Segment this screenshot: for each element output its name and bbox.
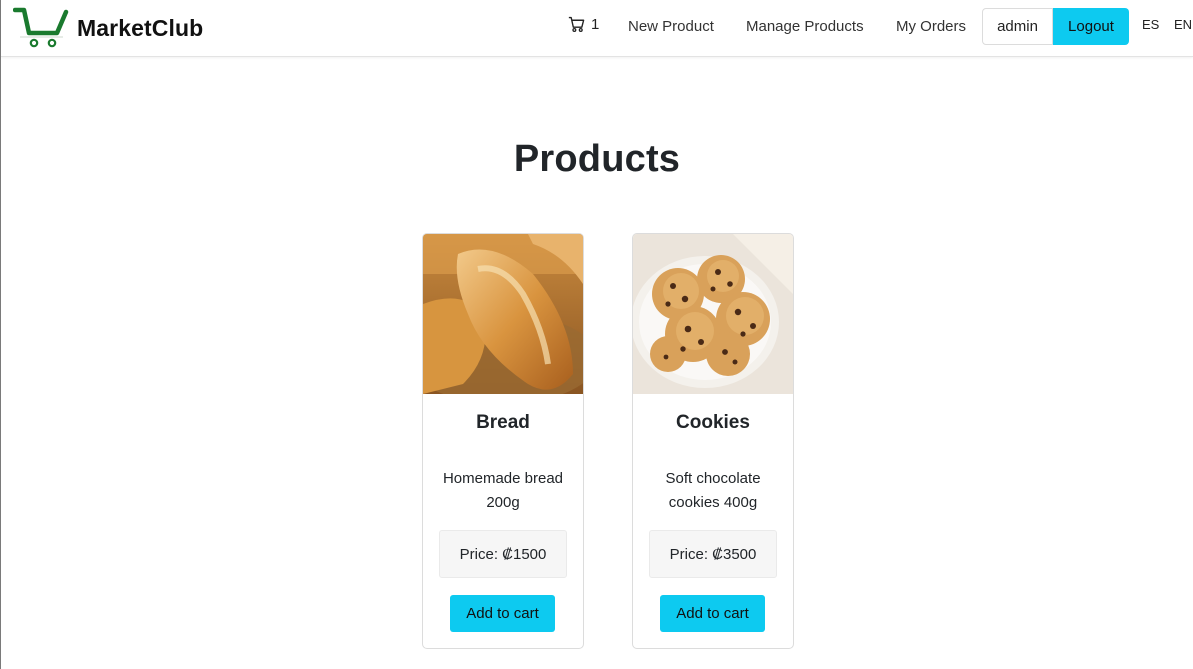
page-title: Products: [513, 138, 681, 180]
product-card: Cookies Soft chocolate cookies 400g Pric…: [632, 233, 794, 649]
brand-name: MarketClub: [77, 14, 204, 41]
logout-button[interactable]: Logout: [1053, 8, 1129, 45]
cookies-image: [633, 234, 793, 394]
nav-new-product[interactable]: New Product: [628, 18, 714, 35]
nav-manage-products[interactable]: Manage Products: [746, 18, 864, 35]
cart-icon: [568, 16, 585, 33]
product-price: Price: ₡3500: [649, 530, 777, 578]
nav-my-orders[interactable]: My Orders: [896, 18, 966, 35]
add-to-cart-button[interactable]: Add to cart: [660, 595, 765, 632]
product-price: Price: ₡1500: [439, 530, 567, 578]
username-display: admin: [982, 8, 1053, 45]
language-es-link[interactable]: ES: [1142, 17, 1159, 32]
cart-count: 1: [591, 16, 600, 33]
product-description: Homemade bread 200g: [442, 470, 564, 511]
product-card: Bread Homemade bread 200g Price: ₡1500 A…: [422, 233, 584, 649]
product-name: Cookies: [676, 412, 750, 433]
cart-link[interactable]: 1: [568, 16, 599, 33]
language-en-link[interactable]: EN: [1174, 17, 1192, 32]
product-description: Soft chocolate cookies 400g: [665, 470, 761, 511]
product-name: Bread: [476, 412, 530, 433]
shopping-cart-logo-icon: [13, 7, 69, 48]
brand-link[interactable]: MarketClub: [13, 5, 203, 51]
bread-image: [423, 234, 583, 394]
add-to-cart-button[interactable]: Add to cart: [450, 595, 555, 632]
navbar: MarketClub 1 New Product Manage Products…: [1, 0, 1193, 57]
